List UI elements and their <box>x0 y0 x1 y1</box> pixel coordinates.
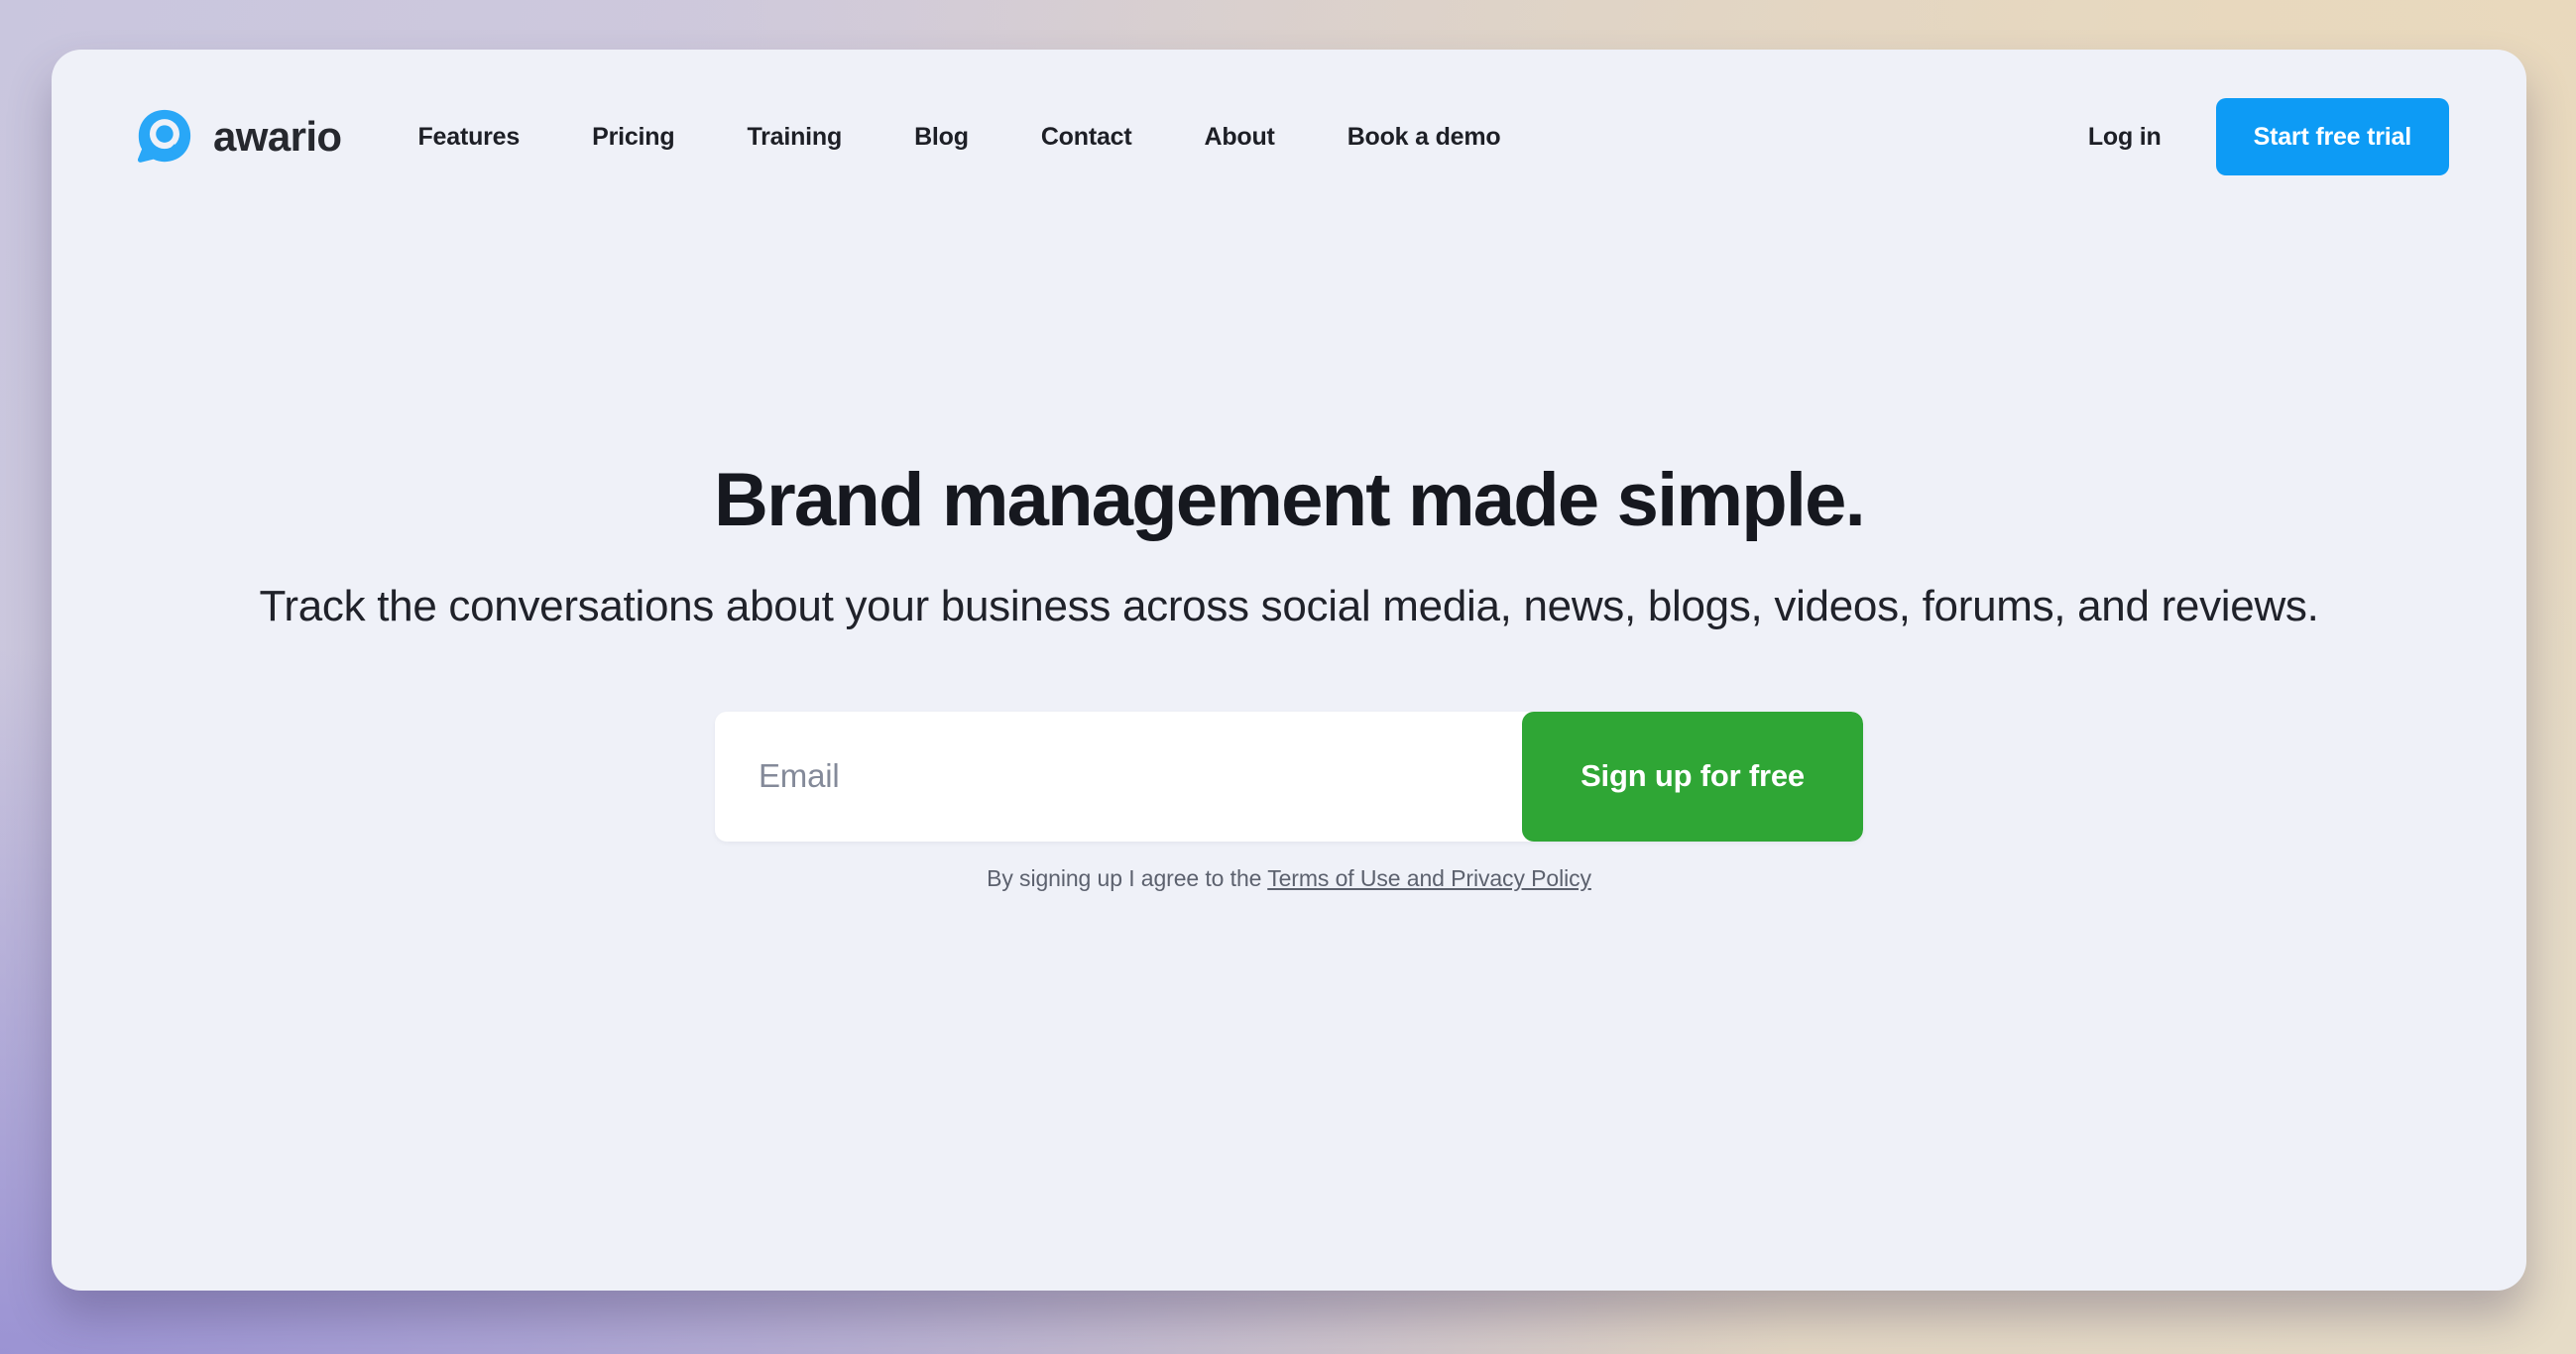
hero-section: Brand management made simple. Track the … <box>52 458 2526 892</box>
brand-name: awario <box>213 113 342 160</box>
signup-form: Sign up for free <box>715 711 1863 842</box>
nav-item-training[interactable]: Training <box>747 113 842 162</box>
nav-item-features[interactable]: Features <box>417 113 520 162</box>
header-actions: Log in Start free trial <box>2088 98 2449 175</box>
login-link[interactable]: Log in <box>2088 123 2162 152</box>
terms-prefix-text: By signing up I agree to the <box>987 864 1268 891</box>
email-input[interactable] <box>715 711 1522 842</box>
page-root: awario Features Pricing Training Blog Co… <box>0 0 2576 1354</box>
hero-subtitle: Track the conversations about your busin… <box>259 582 2319 631</box>
start-free-trial-button[interactable]: Start free trial <box>2215 98 2449 175</box>
nav-item-book-a-demo[interactable]: Book a demo <box>1347 113 1501 162</box>
terms-of-use-link[interactable]: Terms of Use and Privacy Policy <box>1267 865 1591 891</box>
site-header: awario Features Pricing Training Blog Co… <box>52 50 2526 224</box>
awario-logo-icon <box>137 109 191 163</box>
brand-logo-link[interactable]: awario <box>133 106 342 168</box>
nav-item-pricing[interactable]: Pricing <box>592 113 675 162</box>
hero-card: awario Features Pricing Training Blog Co… <box>52 50 2526 1291</box>
page-title: Brand management made simple. <box>714 458 1866 542</box>
nav-item-blog[interactable]: Blog <box>914 113 969 162</box>
primary-nav: Features Pricing Training Blog Contact A… <box>417 113 1500 162</box>
terms-notice: By signing up I agree to the Terms of Us… <box>52 865 2526 892</box>
nav-item-about[interactable]: About <box>1204 113 1274 162</box>
sign-up-for-free-button[interactable]: Sign up for free <box>1522 711 1863 842</box>
nav-item-contact[interactable]: Contact <box>1041 113 1132 162</box>
signup-row: Sign up for free <box>52 711 2526 842</box>
